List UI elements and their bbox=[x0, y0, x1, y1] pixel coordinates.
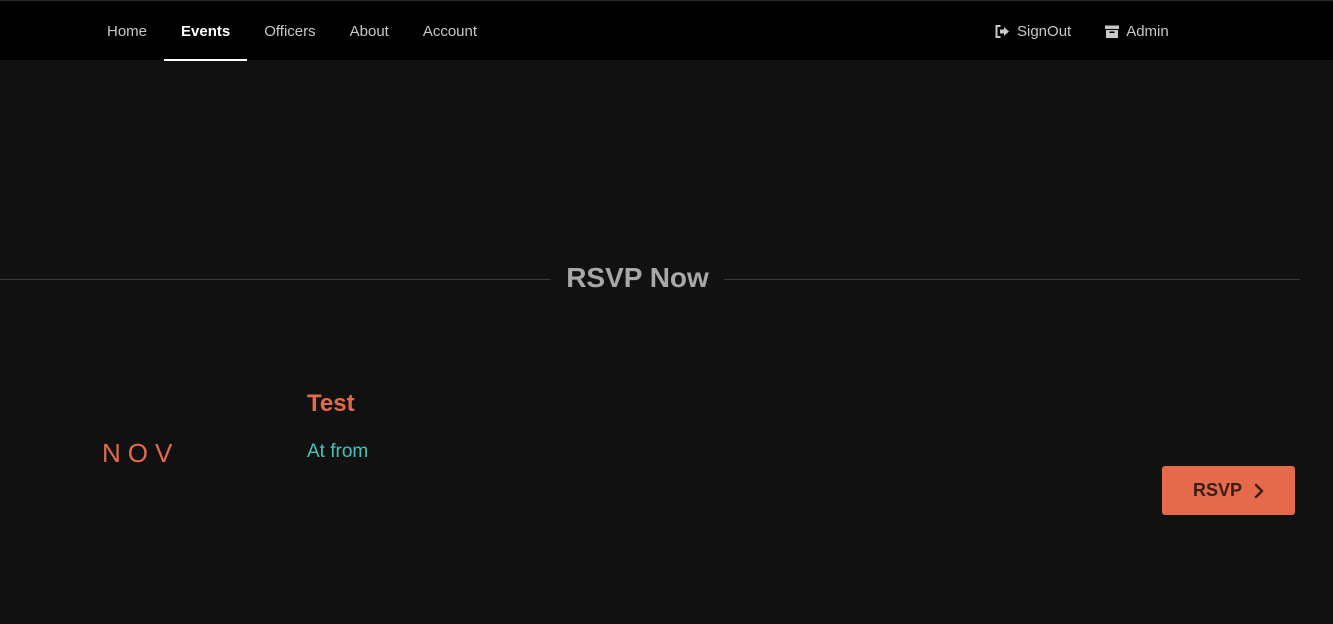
section-title: RSVP Now bbox=[566, 262, 709, 293]
rsvp-button[interactable]: RSVP bbox=[1162, 466, 1295, 515]
event-title: Test bbox=[307, 390, 355, 417]
chevron-right-icon bbox=[1254, 483, 1264, 499]
event-month: NOV bbox=[102, 438, 180, 468]
rsvp-button-label: RSVP bbox=[1192, 480, 1243, 500]
section-heading: RSVP Now bbox=[0, 258, 1300, 298]
nav-events-link[interactable]: Events bbox=[164, 1, 248, 61]
nav-signout-label: SignOut bbox=[1017, 22, 1072, 40]
archive-icon bbox=[1105, 25, 1120, 38]
divider-line-left bbox=[0, 279, 551, 280]
nav-officers-link[interactable]: Officers bbox=[247, 1, 332, 61]
event-subtitle: At from bbox=[307, 441, 369, 462]
nav-about-link[interactable]: About bbox=[333, 1, 406, 61]
nav-admin-link[interactable]: Admin bbox=[1088, 1, 1186, 61]
divider-line-right bbox=[724, 279, 1300, 280]
nav-main-links: Home Events Officers About Account bbox=[90, 1, 494, 61]
nav-account-link[interactable]: Account bbox=[406, 1, 494, 61]
nav-admin-label: Admin bbox=[1126, 22, 1169, 40]
nav-signout-link[interactable]: SignOut bbox=[978, 1, 1088, 61]
sign-out-icon bbox=[995, 24, 1010, 38]
top-navbar: Home Events Officers About Account SignO… bbox=[0, 0, 1333, 61]
nav-home-link[interactable]: Home bbox=[90, 1, 164, 61]
nav-user-links: SignOut Admin bbox=[978, 1, 1186, 61]
